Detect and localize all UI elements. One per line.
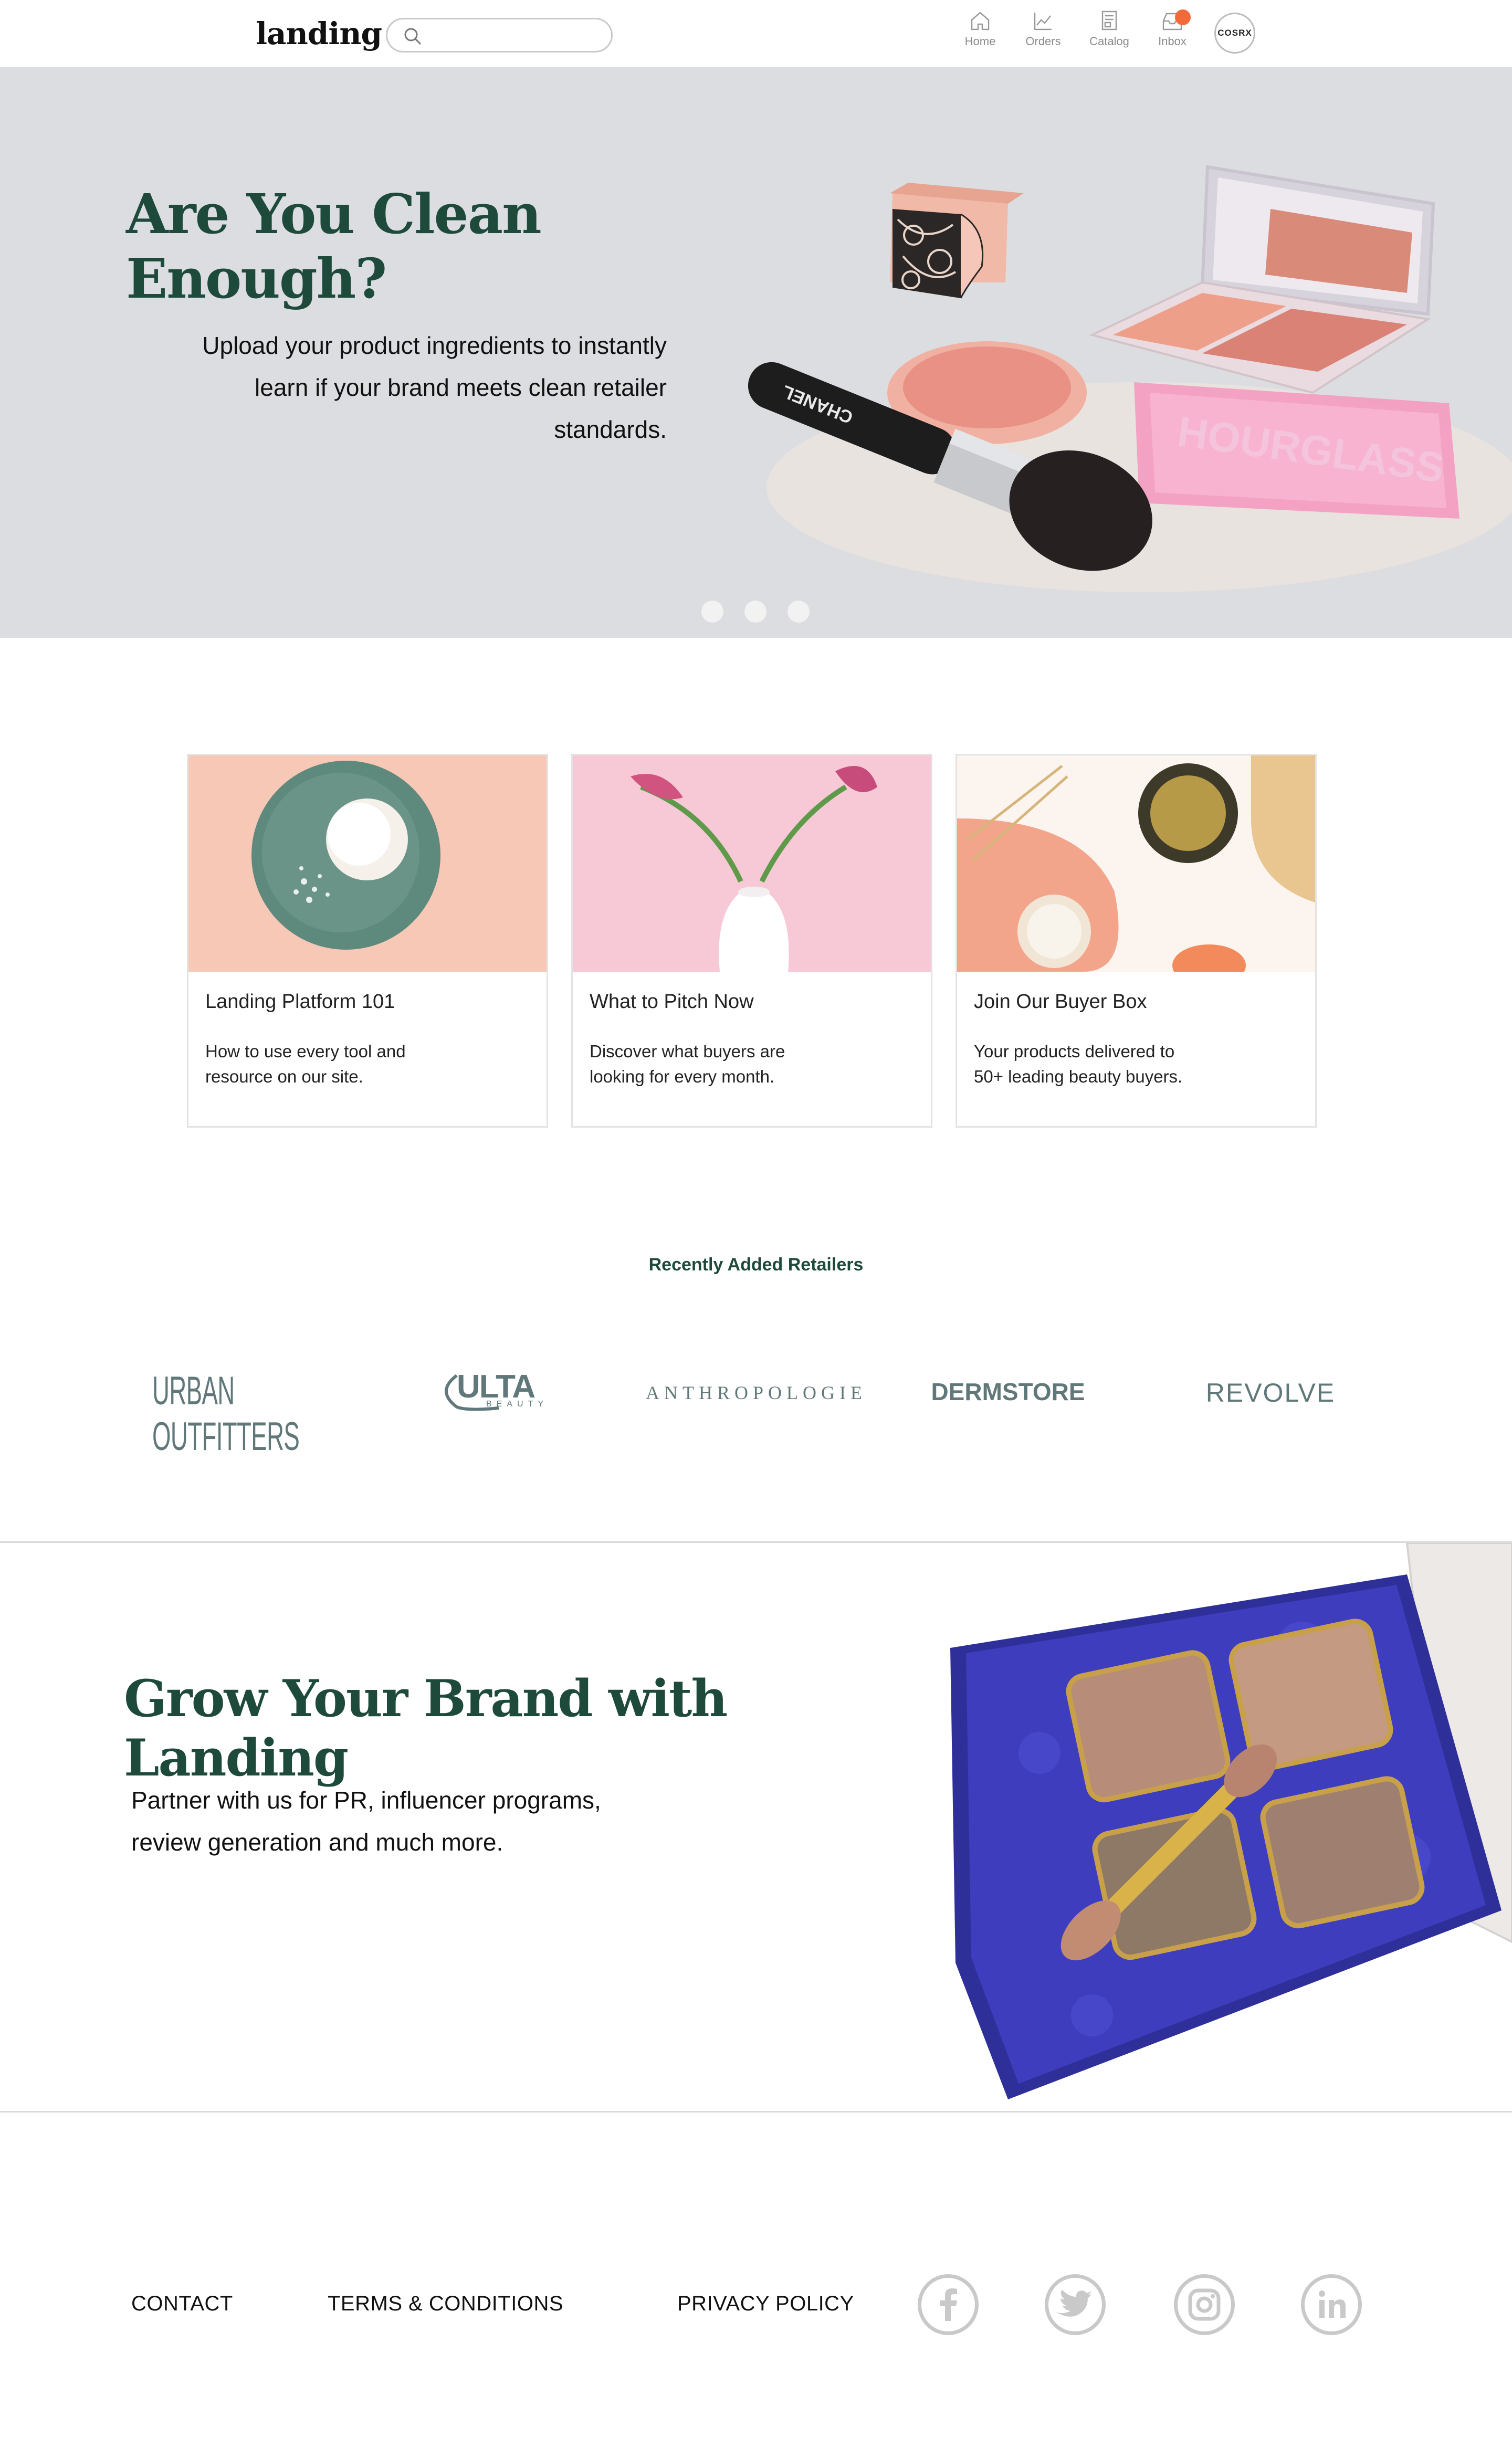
nav-catalog-label: Catalog (1089, 35, 1129, 48)
card-title: Join Our Buyer Box (974, 991, 1147, 1013)
retailers-heading: Recently Added Retailers (648, 1255, 864, 1275)
nav-inbox-label: Inbox (1158, 35, 1186, 48)
landing-logo[interactable]: landing (256, 16, 382, 51)
nav-home[interactable]: Home (951, 9, 1009, 58)
card-description: Discover what buyers are looking for eve… (590, 1039, 884, 1089)
nav-orders-label: Orders (1025, 35, 1061, 48)
footer-link-contact[interactable]: CONTACT (131, 2292, 233, 2316)
footer-link-terms[interactable]: TERMS & CONDITIONS (328, 2292, 563, 2316)
card-description-line: How to use every tool and (205, 1042, 406, 1061)
grow-title: Grow Your Brand with Landing (124, 1669, 728, 1788)
card-description-line: Discover what buyers are (590, 1042, 785, 1061)
retailer-logo-ulta[interactable]: ULTA BEAUTY (436, 1365, 551, 1412)
hero-subtitle-line: learn if your brand meets clean retailer (255, 374, 667, 401)
search-bar[interactable] (386, 18, 613, 52)
retailer-logo-revolve[interactable]: REVOLVE (1197, 1378, 1344, 1408)
hero-banner: Are You Clean Enough? Upload your produc… (0, 67, 1512, 638)
catalog-icon (1101, 10, 1117, 30)
card-join-our-buyer-box[interactable]: Join Our Buyer Box Your products deliver… (956, 754, 1317, 1128)
retailer-logo-anthropologie[interactable]: ANTHROPOLOGIE (646, 1382, 866, 1404)
makeup-products-image: HOURGLASS CHANEL (748, 165, 1512, 592)
instagram-icon (1188, 2288, 1221, 2321)
grow-subtitle-line: Partner with us for PR, influencer progr… (131, 1787, 601, 1814)
hero-title: Are You Clean Enough? (126, 182, 542, 311)
footer-link-privacy[interactable]: PRIVACY POLICY (677, 2292, 854, 2316)
card-landing-platform-101[interactable]: Landing Platform 101 How to use every to… (187, 754, 548, 1128)
retailer-logo-urban-outfitters[interactable]: URBAN OUTFITTERS (152, 1368, 329, 1459)
carousel-dot-2[interactable] (744, 601, 766, 623)
hero-subtitle-line: standards. (554, 416, 667, 443)
eyeshadow-palette-image (950, 1543, 1512, 2099)
card-description-line: looking for every month. (590, 1067, 775, 1086)
hero-subtitle-line: Upload your product ingredients to insta… (202, 332, 667, 359)
twitter-icon (1056, 2289, 1092, 2317)
retailer-logo-dermstore[interactable]: DERMSTORE (929, 1378, 1087, 1406)
top-navigation-bar: landing Home Orders Catalog Inbox COSRX (0, 0, 1512, 69)
account-avatar[interactable]: COSRX (1214, 13, 1255, 54)
instagram-link[interactable] (1174, 2274, 1235, 2335)
nav-inbox[interactable]: Inbox (1143, 9, 1201, 58)
chart-icon (1034, 13, 1052, 30)
carousel-dot-1[interactable] (701, 601, 723, 623)
facebook-link[interactable] (918, 2274, 979, 2335)
card-description: Your products delivered to 50+ leading b… (974, 1039, 1268, 1089)
grow-brand-section: Grow Your Brand with Landing Partner wit… (0, 1541, 1512, 2113)
card-image (573, 755, 931, 972)
nav-home-label: Home (964, 35, 996, 48)
home-icon (971, 12, 990, 30)
card-image (957, 755, 1315, 972)
facebook-icon (940, 2288, 957, 2321)
notification-badge (1175, 9, 1191, 25)
nav-catalog[interactable]: Catalog (1080, 9, 1138, 58)
search-input[interactable] (435, 25, 605, 47)
grow-subtitle: Partner with us for PR, influencer progr… (131, 1779, 682, 1863)
card-title: Landing Platform 101 (205, 991, 395, 1013)
card-image (188, 755, 547, 972)
card-what-to-pitch-now[interactable]: What to Pitch Now Discover what buyers a… (571, 754, 932, 1128)
card-title: What to Pitch Now (590, 991, 754, 1013)
grow-subtitle-line: review generation and much more. (131, 1828, 503, 1856)
linkedin-link[interactable] (1301, 2274, 1362, 2335)
card-description-line: Your products delivered to (974, 1042, 1175, 1061)
search-icon (404, 28, 422, 45)
nav-orders[interactable]: Orders (1014, 9, 1072, 58)
hero-subtitle: Upload your product ingredients to insta… (136, 324, 667, 450)
ulta-tagline: BEAUTY (486, 1400, 549, 1409)
linkedin-icon (1319, 2290, 1346, 2318)
carousel-dot-3[interactable] (788, 601, 810, 623)
card-description-line: resource on our site. (205, 1067, 363, 1086)
twitter-link[interactable] (1045, 2274, 1106, 2335)
card-description-line: 50+ leading beauty buyers. (974, 1067, 1183, 1086)
card-description: How to use every tool and resource on ou… (205, 1039, 499, 1089)
